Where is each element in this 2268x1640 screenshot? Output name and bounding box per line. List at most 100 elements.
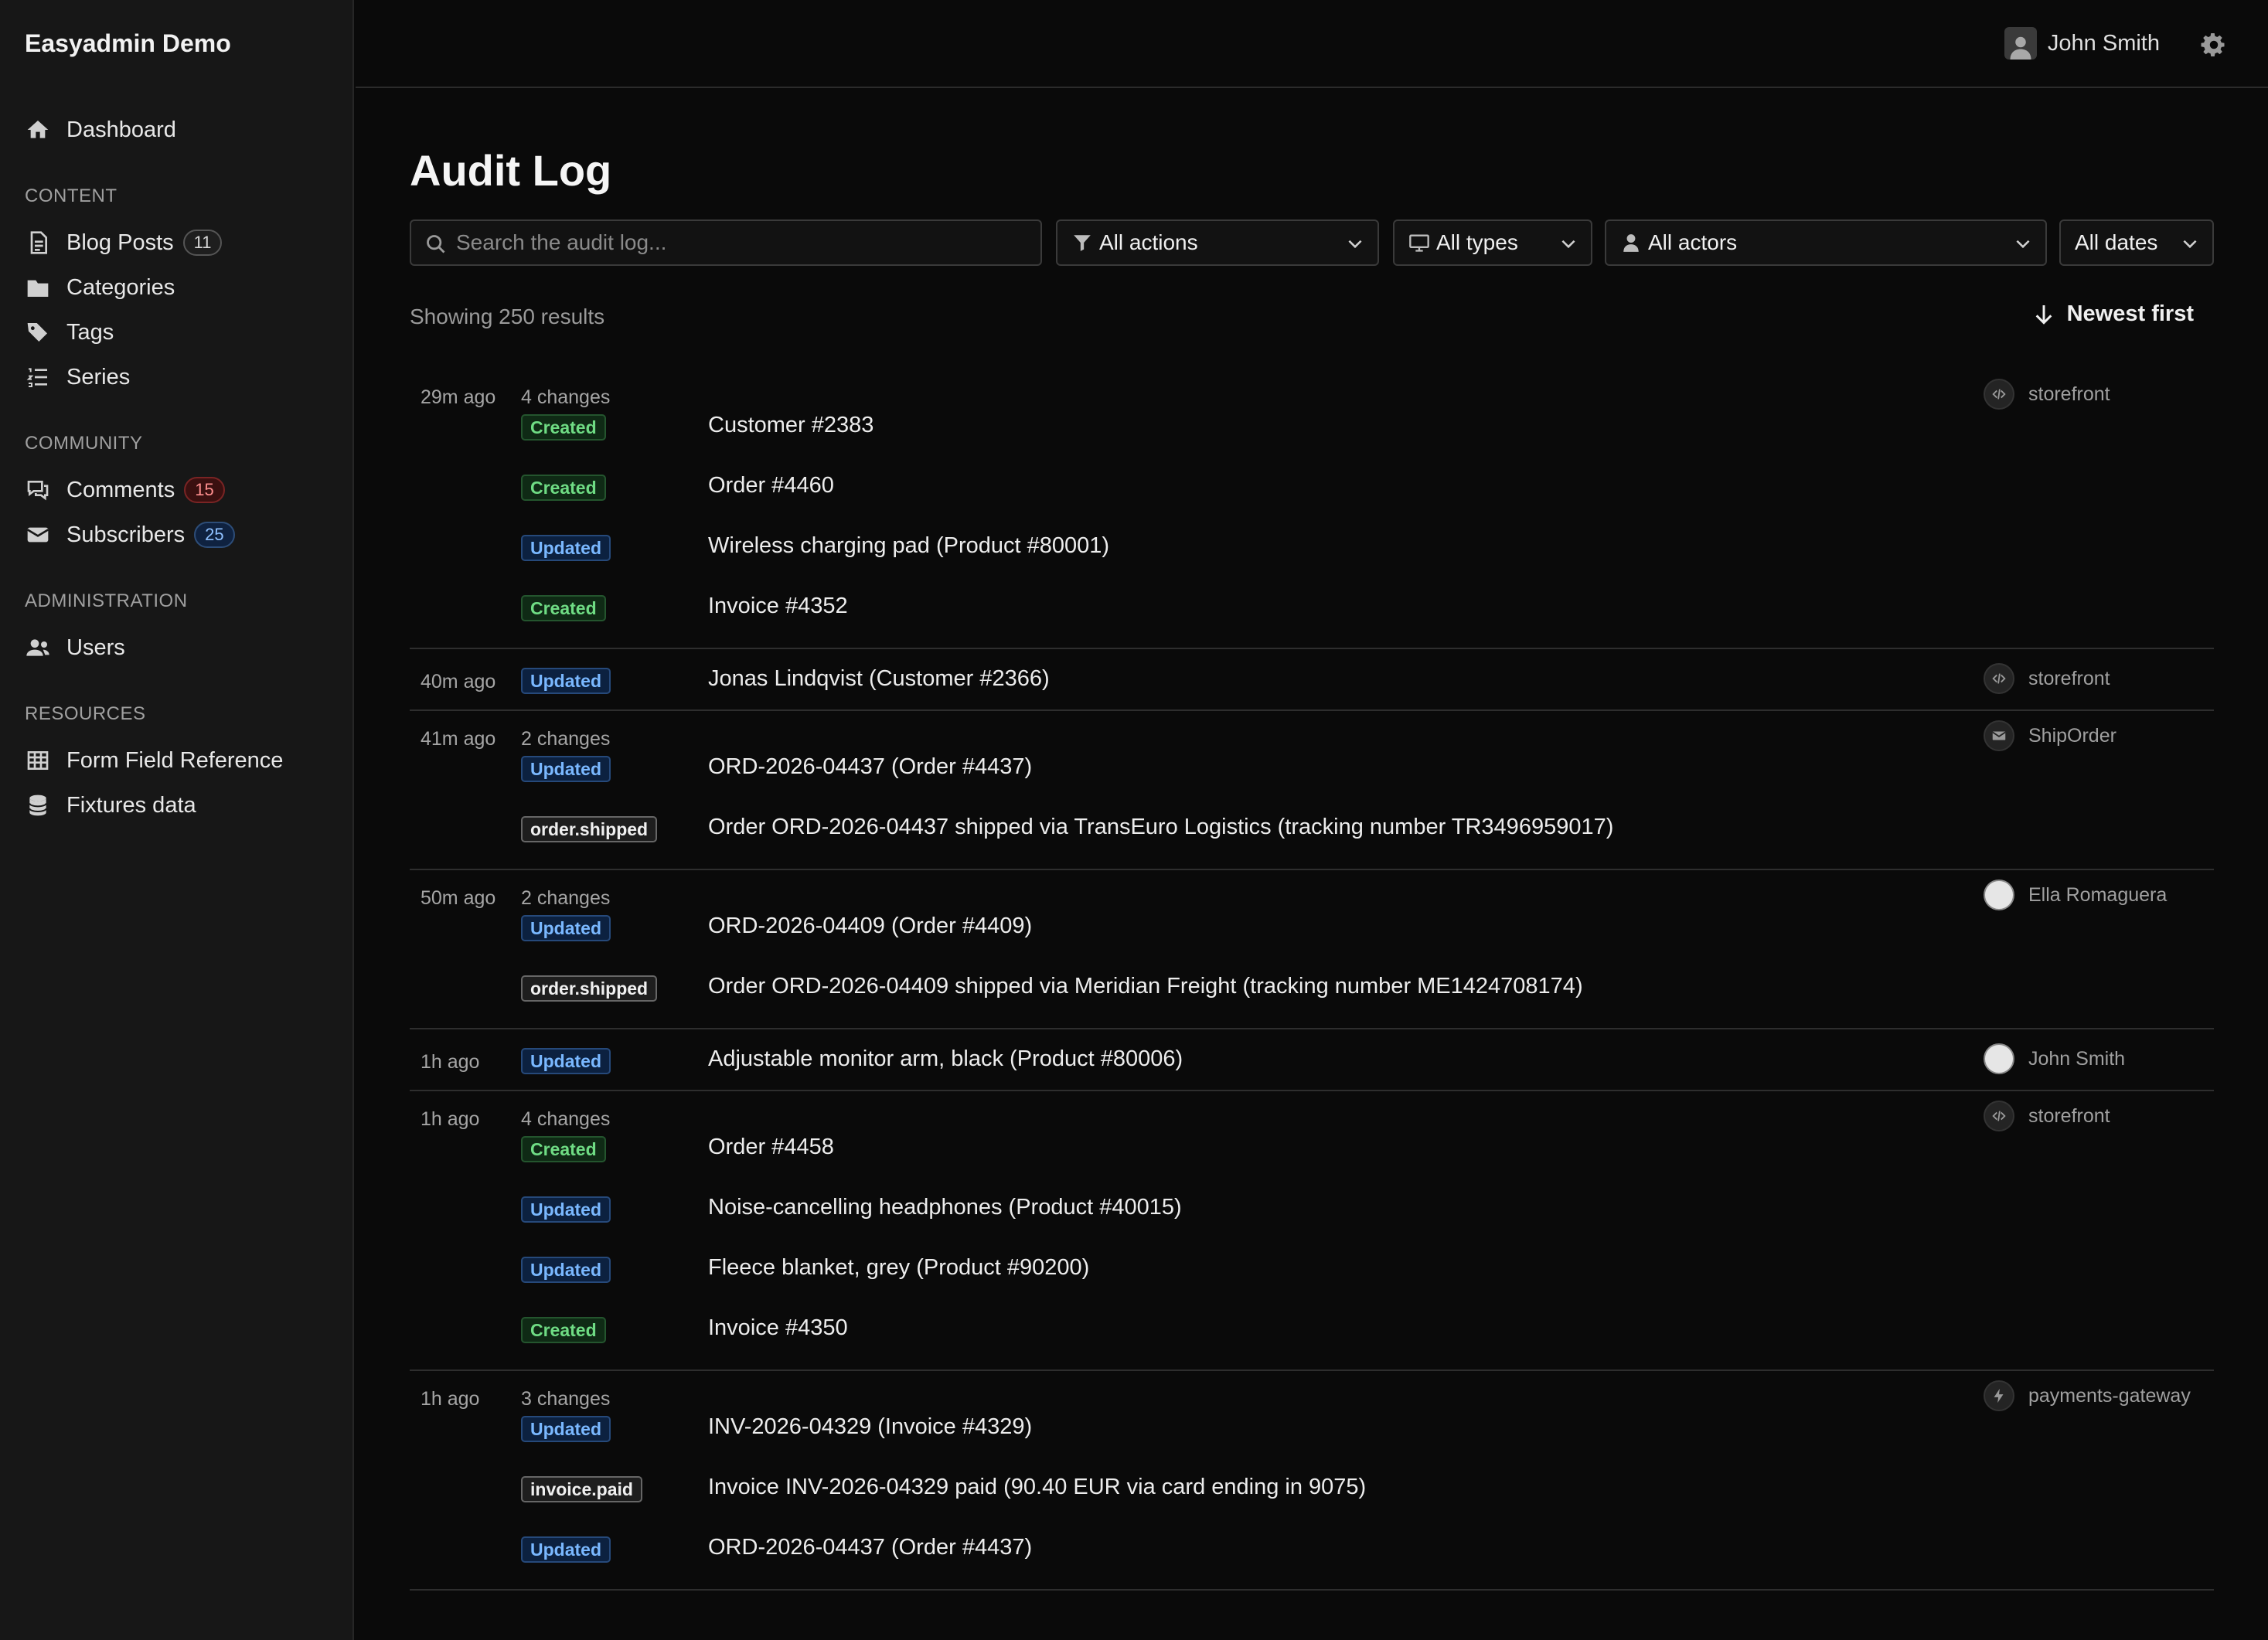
sidebar-item-dashboard[interactable]: Dashboard	[25, 110, 176, 150]
change-description[interactable]: ORD-2026-04409 (Order #4409)	[708, 914, 1032, 939]
entry-time: 1h ago	[421, 1108, 480, 1130]
envelope-icon	[1984, 720, 2014, 751]
bolt-icon	[1984, 1380, 2014, 1411]
section-heading-administration: ADMINISTRATION	[25, 590, 188, 611]
sidebar-item-categories[interactable]: Categories	[25, 267, 175, 308]
count-badge: 11	[182, 230, 223, 256]
filter-actors-select[interactable]: All actors	[1605, 219, 2047, 266]
action-badge: Updated	[521, 915, 611, 941]
sidebar-item-form-field-reference[interactable]: Form Field Reference	[25, 740, 283, 781]
sidebar-item-label: Tags	[66, 319, 114, 345]
section-heading-content: CONTENT	[25, 185, 117, 206]
change-description[interactable]: Wireless charging pad (Product #80001)	[708, 533, 1109, 559]
sidebar-item-label: Dashboard	[66, 117, 176, 142]
action-badge: Created	[521, 1136, 606, 1162]
change-description[interactable]: Jonas Lindqvist (Customer #2366)	[708, 666, 1050, 692]
tags-icon	[25, 319, 51, 345]
audit-entry: 1h ago John Smith Updated Adjustable monito…	[410, 1029, 2214, 1091]
app-title[interactable]: Easyadmin Demo	[25, 29, 231, 58]
folder-icon	[25, 274, 51, 301]
search-input[interactable]	[411, 221, 1040, 264]
sidebar-item-label: Blog Posts	[66, 230, 174, 255]
filter-types-value: All types	[1436, 230, 1518, 254]
user-icon	[1620, 232, 1642, 253]
user-menu[interactable]: John Smith	[2004, 26, 2160, 60]
chevron-down-icon	[2016, 240, 2030, 249]
sidebar-item-series[interactable]: Series	[25, 357, 130, 397]
sidebar-item-users[interactable]: Users	[25, 628, 125, 668]
section-heading-resources: RESOURCES	[25, 703, 146, 724]
search-field[interactable]	[410, 219, 1042, 266]
change-description[interactable]: Order ORD-2026-04409 shipped via Meridia…	[708, 974, 1583, 999]
change-description[interactable]: Customer #2383	[708, 413, 873, 438]
sort-button[interactable]: Newest first	[2031, 301, 2194, 327]
filter-actions-select[interactable]: All actions	[1056, 219, 1379, 266]
table-icon	[25, 747, 51, 774]
change-description[interactable]: Adjustable monitor arm, black (Product #…	[708, 1046, 1183, 1072]
filter-actions-value: All actions	[1099, 230, 1198, 254]
filter-icon	[1071, 232, 1093, 253]
change-description[interactable]: ORD-2026-04437 (Order #4437)	[708, 1535, 1032, 1560]
sidebar-item-tags[interactable]: Tags	[25, 312, 114, 352]
change-description[interactable]: INV-2026-04329 (Invoice #4329)	[708, 1414, 1032, 1440]
audit-entry: 29m ago 4 changes storefront Created Custome…	[410, 369, 2214, 649]
filter-dates-select[interactable]: All dates	[2059, 219, 2214, 266]
home-icon	[25, 117, 51, 143]
entry-actor[interactable]: Ella Romaguera	[1984, 880, 2167, 910]
event-badge: order.shipped	[521, 816, 658, 842]
action-badge: Created	[521, 475, 606, 501]
sidebar-item-comments[interactable]: Comments 15	[25, 470, 225, 510]
chevron-down-icon	[2183, 240, 2197, 249]
change-description[interactable]: Fleece blanket, grey (Product #90200)	[708, 1255, 1089, 1281]
user-name: John Smith	[2047, 30, 2160, 56]
count-badge: 25	[194, 522, 235, 548]
entry-change-row: order.shipped Order ORD-2026-04409 shippe…	[410, 968, 2214, 1008]
results-count: Showing 250 results	[410, 305, 605, 328]
entry-change-count: 2 changes	[521, 728, 611, 750]
action-badge: Updated	[521, 1196, 611, 1223]
entry-change-row: Created Invoice #4352	[410, 587, 2214, 628]
sidebar-item-label: Categories	[66, 274, 175, 300]
change-description[interactable]: Order ORD-2026-04437 shipped via TransEu…	[708, 815, 1613, 840]
entry-actor[interactable]: ShipOrder	[1984, 720, 2116, 751]
actor-name: payments-gateway	[2028, 1384, 2191, 1407]
sidebar-item-blog-posts[interactable]: Blog Posts 11	[25, 223, 223, 263]
filter-types-select[interactable]: All types	[1393, 219, 1592, 266]
sort-label: Newest first	[2066, 301, 2194, 326]
change-description[interactable]: ORD-2026-04437 (Order #4437)	[708, 754, 1032, 780]
entry-time: 1h ago	[421, 1388, 480, 1410]
entry-actor[interactable]: storefront	[1984, 379, 2110, 410]
gear-icon[interactable]	[2200, 31, 2228, 59]
action-badge: Updated	[521, 668, 611, 694]
audit-log-list: 29m ago 4 changes storefront Created Custome…	[410, 369, 2214, 1591]
sidebar-item-label: Users	[66, 635, 125, 660]
sidebar-item-subscribers[interactable]: Subscribers 25	[25, 515, 235, 555]
change-description[interactable]: Invoice #4352	[708, 594, 848, 619]
audit-entry: 1h ago 4 changes storefront Created Order #4…	[410, 1091, 2214, 1371]
change-description[interactable]: Order #4460	[708, 473, 834, 498]
event-badge: invoice.paid	[521, 1476, 642, 1502]
filter-dates-value: All dates	[2075, 230, 2158, 254]
entry-time: 29m ago	[421, 386, 496, 408]
entry-actor[interactable]: payments-gateway	[1984, 1380, 2191, 1411]
entry-change-row: Created Invoice #4350	[410, 1309, 2214, 1349]
change-description[interactable]: Noise-cancelling headphones (Product #40…	[708, 1195, 1182, 1220]
action-badge: Updated	[521, 756, 611, 782]
entry-actor[interactable]: storefront	[1984, 1101, 2110, 1131]
comments-icon	[25, 477, 51, 503]
action-badge: Created	[521, 595, 606, 621]
entry-change-row: Updated Adjustable monitor arm, black (Pr…	[410, 1040, 2214, 1080]
sidebar-item-fixtures-data[interactable]: Fixtures data	[25, 785, 196, 825]
change-description[interactable]: Invoice INV-2026-04329 paid (90.40 EUR v…	[708, 1475, 1366, 1500]
entry-time: 41m ago	[421, 728, 496, 750]
sidebar-item-label: Series	[66, 364, 131, 390]
entry-change-count: 2 changes	[521, 887, 611, 909]
database-icon	[25, 792, 51, 818]
change-description[interactable]: Invoice #4350	[708, 1315, 848, 1341]
list-ordered-icon	[25, 364, 51, 390]
entry-change-count: 4 changes	[521, 1108, 611, 1130]
user-avatar-icon	[2004, 27, 2037, 60]
change-description[interactable]: Order #4458	[708, 1135, 834, 1160]
action-badge: Created	[521, 414, 606, 441]
entry-change-row: Updated INV-2026-04329 (Invoice #4329)	[410, 1408, 2214, 1448]
